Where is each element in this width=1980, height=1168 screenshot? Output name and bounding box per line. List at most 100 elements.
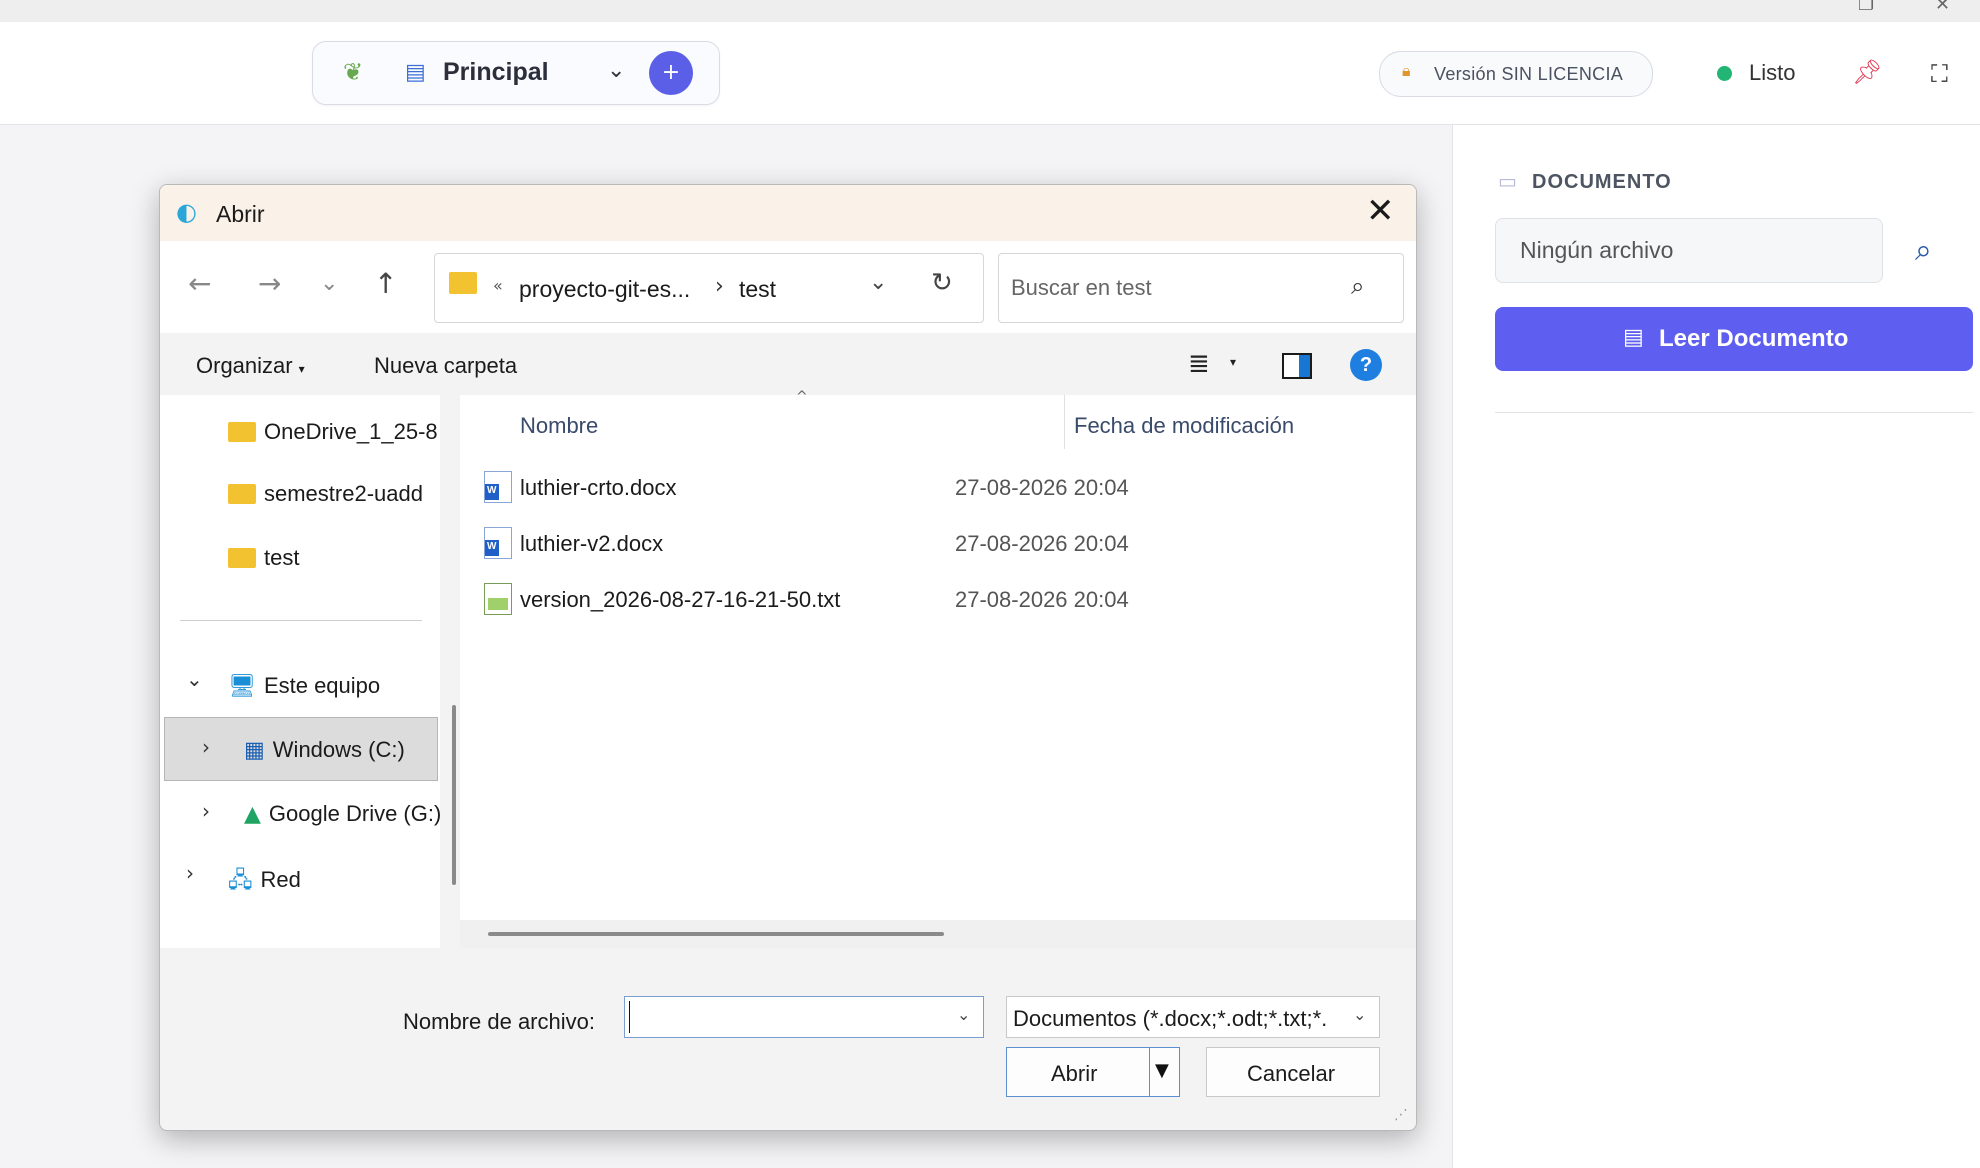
collapsed-chevron-icon[interactable]: ›: [202, 799, 210, 823]
file-row[interactable]: luthier-crto.docx 27-08-2026 20:04: [484, 467, 1384, 507]
folder-icon: [228, 484, 256, 504]
status-indicator: [1717, 66, 1732, 81]
caret-down-icon[interactable]: ▼: [1155, 1060, 1169, 1081]
folder-icon: [449, 272, 477, 294]
tree-item-google-drive[interactable]: ▲ Google Drive (G:): [244, 801, 440, 827]
filename-combobox[interactable]: ⌄: [624, 996, 984, 1038]
computer-icon: 🖥︎: [228, 674, 256, 699]
file-type-value: Documentos (*.docx;*.odt;*.txt;*.: [1013, 1006, 1328, 1031]
file-modified: 27-08-2026 20:04: [955, 475, 1129, 500]
tree-scrollbar[interactable]: [452, 705, 456, 885]
license-text: Versión SIN LICENCIA: [1434, 64, 1624, 84]
search-icon[interactable]: ⌕: [1351, 272, 1364, 300]
fullscreen-icon[interactable]: ⛶: [1931, 60, 1948, 88]
open-button[interactable]: Abrir ▼: [1006, 1047, 1180, 1097]
workspace-selector[interactable]: ❦ ▤ Principal ⌄ +: [312, 41, 720, 105]
tree-folder-item[interactable]: test: [228, 545, 440, 571]
chevron-down-icon[interactable]: ⌄: [957, 1005, 970, 1024]
selected-file-field[interactable]: Ningún archivo: [1495, 218, 1883, 283]
tree-item-this-pc[interactable]: 🖥︎ Este equipo: [228, 673, 380, 699]
document-side-panel: ▭ DOCUMENTO Ningún archivo ⌕ ▤ Leer Docu…: [1452, 125, 1980, 1168]
file-row[interactable]: version_2026-08-27-16-21-50.txt 27-08-20…: [484, 579, 1384, 619]
this-pc-label: Este equipo: [263, 673, 381, 698]
expanded-chevron-icon[interactable]: ⌄: [186, 667, 203, 691]
workspace-name: Principal: [443, 58, 549, 86]
window-title-strip: ❐ ✕: [0, 0, 1980, 22]
horizontal-scrollbar[interactable]: [488, 932, 944, 936]
document-icon: ▭: [1498, 169, 1517, 193]
collapsed-chevron-icon[interactable]: ›: [202, 735, 210, 759]
file-name: version_2026-08-27-16-21-50.txt: [520, 587, 841, 612]
google-drive-label: Google Drive (G:): [268, 801, 440, 826]
book-icon: ▤: [405, 60, 426, 85]
view-options-icon[interactable]: ≣: [1188, 349, 1210, 379]
google-drive-icon: ▲: [244, 802, 261, 827]
breadcrumb-parent[interactable]: proyecto-git-es...: [519, 276, 690, 303]
navigation-tree: OneDrive_1_25-8 semestre2-uadd test ⌄ 🖥︎…: [160, 395, 440, 948]
file-row[interactable]: luthier-v2.docx 27-08-2026 20:04: [484, 523, 1384, 563]
caret-down-icon[interactable]: ▾: [1230, 355, 1236, 369]
app-icon: ◐: [176, 198, 197, 226]
filename-input[interactable]: [629, 1001, 954, 1033]
tree-item-network[interactable]: 🖧 Red: [228, 863, 301, 901]
pin-icon[interactable]: 📌︎: [1852, 58, 1882, 86]
tree-folder-label: test: [264, 545, 300, 570]
column-header-name[interactable]: Nombre: [520, 413, 598, 439]
horizontal-scroll-area: [460, 920, 1416, 948]
refresh-icon[interactable]: ↻: [931, 268, 953, 298]
breadcrumb-separator-icon[interactable]: ›: [715, 274, 724, 299]
search-input[interactable]: [1009, 270, 1343, 306]
network-icon: 🖧: [228, 868, 253, 893]
close-icon[interactable]: ✕: [1366, 191, 1395, 231]
back-arrow-icon[interactable]: ←: [188, 267, 211, 300]
chevron-down-icon[interactable]: ⌄: [1353, 1005, 1379, 1024]
overflow-chevron-icon[interactable]: «: [493, 276, 503, 295]
leaf-icon: ❦: [343, 58, 364, 86]
preview-pane-icon[interactable]: [1282, 353, 1312, 379]
cancel-button[interactable]: Cancelar: [1206, 1047, 1380, 1097]
column-divider[interactable]: [1064, 395, 1065, 449]
tree-item-drive-c[interactable]: ▦ Windows (C:): [244, 737, 440, 763]
dialog-title-bar: ◐ Abrir ✕: [160, 185, 1416, 241]
help-icon[interactable]: ?: [1350, 349, 1382, 381]
add-workspace-button[interactable]: +: [649, 51, 693, 95]
app-header: ❦ ▤ Principal ⌄ + 🔒︎ Versión SIN LICENCI…: [0, 22, 1980, 125]
collapsed-chevron-icon[interactable]: ›: [186, 861, 194, 885]
dialog-title: Abrir: [216, 201, 265, 227]
search-icon[interactable]: ⌕: [1915, 233, 1932, 268]
file-list: ^ Nombre Fecha de modificación luthier-c…: [460, 389, 1416, 920]
file-type-select[interactable]: Documentos (*.docx;*.odt;*.txt;*. ⌄: [1006, 996, 1380, 1038]
close-window-icon[interactable]: ✕: [1935, 0, 1950, 15]
resize-grip-icon[interactable]: ⋰: [1394, 1107, 1408, 1123]
file-placeholder: Ningún archivo: [1520, 237, 1674, 263]
tree-folder-item[interactable]: semestre2-uadd: [228, 481, 440, 507]
column-header-modified[interactable]: Fecha de modificación: [1074, 413, 1294, 439]
drive-icon: ▦: [244, 738, 265, 763]
breadcrumb-current[interactable]: test: [739, 276, 776, 303]
tree-divider: [180, 620, 422, 621]
tree-folder-item[interactable]: OneDrive_1_25-8: [228, 419, 440, 445]
chevron-down-icon[interactable]: ⌄: [607, 58, 625, 83]
organize-menu[interactable]: Organizar ▾: [196, 353, 305, 379]
search-box[interactable]: ⌕: [998, 253, 1404, 323]
read-document-label: Leer Documento: [1659, 325, 1849, 352]
tree-folder-label: OneDrive_1_25-8: [264, 419, 438, 444]
file-modified: 27-08-2026 20:04: [955, 587, 1129, 612]
sort-ascending-icon: ^: [796, 389, 808, 405]
book-icon: ▤: [1623, 325, 1644, 350]
recent-locations-chevron-icon[interactable]: ⌄: [320, 271, 338, 296]
file-modified: 27-08-2026 20:04: [955, 531, 1129, 556]
new-folder-button[interactable]: Nueva carpeta: [374, 353, 517, 379]
lock-icon: 🔒︎: [1402, 61, 1411, 80]
address-bar[interactable]: « proyecto-git-es... › test ⌄ ↻: [434, 253, 984, 323]
read-document-button[interactable]: ▤ Leer Documento: [1495, 307, 1973, 371]
license-badge[interactable]: 🔒︎ Versión SIN LICENCIA: [1379, 51, 1653, 97]
forward-arrow-icon[interactable]: →: [258, 267, 281, 300]
folder-icon: [228, 548, 256, 568]
address-dropdown-icon[interactable]: ⌄: [869, 270, 887, 295]
divider: [1495, 412, 1973, 413]
command-bar: Organizar ▾ Nueva carpeta ≣ ▾ ?: [160, 333, 1416, 395]
word-doc-icon: [484, 527, 512, 559]
up-arrow-icon[interactable]: ↑: [374, 267, 397, 300]
restore-icon[interactable]: ❐: [1858, 0, 1874, 15]
